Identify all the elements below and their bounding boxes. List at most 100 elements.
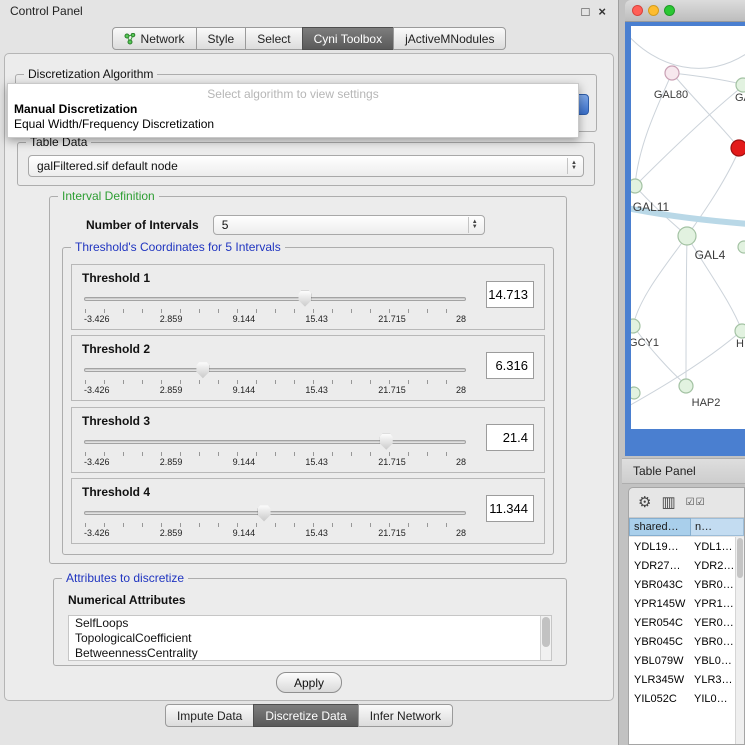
node-label-gcy1: GCY1	[631, 337, 659, 349]
node-gcy1[interactable]	[631, 319, 640, 333]
settings-gear-icon[interactable]: ⚙	[638, 495, 651, 510]
dropdown-option-manual-discretization[interactable]: Manual Discretization	[8, 101, 578, 116]
numerical-attributes-list[interactable]: SelfLoops TopologicalCoefficient Between…	[68, 615, 552, 661]
tab-discretize-data[interactable]: Discretize Data	[253, 704, 358, 727]
table-row[interactable]: YBL079WYBL0…	[629, 651, 744, 670]
table-row[interactable]: YBR045CYBR0…	[629, 632, 744, 651]
slider-thumb[interactable]	[258, 505, 271, 521]
table-panel-title: Table Panel	[633, 464, 696, 478]
tab-label: Infer Network	[370, 709, 441, 723]
slider-scale: -3.4262.8599.14415.4321.71528	[84, 528, 466, 538]
select-columns-icon[interactable]: ☑☑	[686, 498, 706, 508]
tab-style[interactable]: Style	[196, 27, 247, 50]
list-item[interactable]: TopologicalCoefficient	[69, 631, 551, 646]
table-panel-window: ⚙ ▥ ☑☑ shared… n… YDL19…YDL1… YDR27…YDR2…	[628, 487, 745, 745]
threshold-label: Threshold 4	[82, 485, 536, 499]
threshold-label: Threshold 2	[82, 342, 536, 356]
table-row[interactable]: YDR27…YDR2…	[629, 556, 744, 575]
slider-thumb[interactable]	[298, 291, 311, 307]
threshold-3-slider[interactable]	[84, 434, 466, 451]
network-icon	[124, 33, 136, 45]
table-row[interactable]: YER054CYER0…	[629, 613, 744, 632]
node-top-right[interactable]	[736, 78, 745, 92]
tab-infer-network[interactable]: Infer Network	[358, 704, 453, 727]
threshold-2-slider[interactable]	[84, 362, 466, 379]
stepper-arrows-icon: ▲▼	[468, 217, 481, 233]
slider-ticks	[85, 523, 465, 527]
node-label-h: H	[736, 338, 744, 350]
control-panel-tab-bar: Network Style Select Cyni Toolbox jActiv…	[0, 27, 618, 50]
table-data-group: Table Data galFiltered.sif default node …	[17, 142, 595, 186]
table-row[interactable]: YPR145WYPR1…	[629, 594, 744, 613]
node-gal80[interactable]	[665, 66, 679, 80]
minimize-traffic-light-icon[interactable]	[648, 5, 659, 16]
table-row[interactable]: YDL19…YDL1…	[629, 537, 744, 556]
table-row[interactable]: YLR345WYLR3…	[629, 670, 744, 689]
column-header-shared-name[interactable]: shared…	[629, 518, 691, 536]
scrollbar-thumb[interactable]	[542, 617, 550, 647]
network-canvas[interactable]: GAL80 GA GAL11 GAL4 GCY1 H HAP2	[631, 26, 745, 429]
table-panel-titlebar: Table Panel	[622, 458, 745, 484]
apply-button[interactable]: Apply	[276, 672, 342, 693]
node-h[interactable]	[735, 324, 745, 338]
network-window-frame: GAL80 GA GAL11 GAL4 GCY1 H HAP2	[625, 22, 745, 456]
number-of-intervals-row: Number of Intervals 5 ▲▼	[86, 215, 536, 235]
node-gal11[interactable]	[631, 179, 642, 193]
node-hap2[interactable]	[679, 379, 693, 393]
node-gal4[interactable]	[678, 227, 696, 245]
slider-thumb[interactable]	[380, 434, 393, 450]
table-scrollbar[interactable]	[735, 537, 744, 744]
node-selected-red[interactable]	[731, 140, 745, 156]
slider-thumb[interactable]	[196, 362, 209, 378]
threshold-4-slider[interactable]	[84, 505, 466, 522]
close-icon[interactable]: ×	[598, 4, 606, 19]
slider-track	[84, 511, 466, 515]
tab-label: Cyni Toolbox	[314, 32, 382, 46]
dropdown-option-equal-width-frequency[interactable]: Equal Width/Frequency Discretization	[8, 116, 578, 131]
threshold-1-value-field[interactable]: 14.713	[486, 281, 534, 308]
group-title: Discretization Algorithm	[24, 67, 157, 81]
threshold-1-panel: Threshold 1 -3.4262.8599.14415.4321.7152…	[71, 264, 545, 330]
node-label-gal4: GAL4	[695, 248, 726, 262]
slider-scale: -3.4262.8599.14415.4321.71528	[84, 457, 466, 467]
column-header-name[interactable]: n…	[691, 518, 744, 536]
threshold-3-panel: Threshold 3 -3.4262.8599.14415.4321.7152…	[71, 407, 545, 473]
tab-cyni-toolbox[interactable]: Cyni Toolbox	[302, 27, 394, 50]
threshold-4-value-field[interactable]: 11.344	[486, 495, 534, 522]
control-panel-window: Control Panel □ × Network Style Select	[0, 0, 619, 745]
scrollbar-thumb[interactable]	[737, 538, 743, 578]
threshold-2-value-field[interactable]: 6.316	[486, 352, 534, 379]
zoom-traffic-light-icon[interactable]	[664, 5, 675, 16]
tab-network[interactable]: Network	[112, 27, 197, 50]
number-of-intervals-combobox[interactable]: 5 ▲▼	[213, 215, 485, 235]
minimize-icon[interactable]: □	[582, 4, 590, 19]
list-scrollbar[interactable]	[540, 616, 551, 660]
tab-impute-data[interactable]: Impute Data	[165, 704, 254, 727]
table-row[interactable]: YBR043CYBR0…	[629, 575, 744, 594]
close-traffic-light-icon[interactable]	[632, 5, 643, 16]
node-right-mid[interactable]	[738, 241, 745, 253]
tab-jactivemnodules[interactable]: jActiveMNodules	[393, 27, 506, 50]
slider-ticks	[85, 380, 465, 384]
node-bottom-left[interactable]	[631, 387, 640, 399]
table-data-combobox[interactable]: galFiltered.sif default node ▲▼	[28, 155, 584, 177]
bottom-tab-bar: Impute Data Discretize Data Infer Networ…	[0, 704, 618, 727]
list-item[interactable]: BetweennessCentrality	[69, 646, 551, 661]
slider-ticks	[85, 452, 465, 456]
slider-scale: -3.4262.8599.14415.4321.71528	[84, 385, 466, 395]
numerical-attributes-label: Numerical Attributes	[68, 593, 566, 607]
network-graph: GAL80 GA GAL11 GAL4 GCY1 H HAP2	[631, 26, 745, 429]
table-header-row: shared… n…	[629, 518, 744, 536]
threshold-3-value-field[interactable]: 21.4	[486, 424, 534, 451]
threshold-2-panel: Threshold 2 -3.4262.8599.14415.4321.7152…	[71, 335, 545, 401]
combobox-value: 5	[222, 218, 464, 232]
slider-track	[84, 440, 466, 444]
threshold-1-slider[interactable]	[84, 291, 466, 308]
node-label-gal80: GAL80	[654, 89, 688, 101]
tab-label: Select	[257, 32, 290, 46]
list-item[interactable]: SelfLoops	[69, 616, 551, 631]
table-row[interactable]: YIL052CYIL0…	[629, 689, 744, 708]
columns-icon[interactable]: ▥	[661, 495, 675, 510]
window-title: Control Panel	[10, 4, 582, 18]
tab-select[interactable]: Select	[245, 27, 302, 50]
